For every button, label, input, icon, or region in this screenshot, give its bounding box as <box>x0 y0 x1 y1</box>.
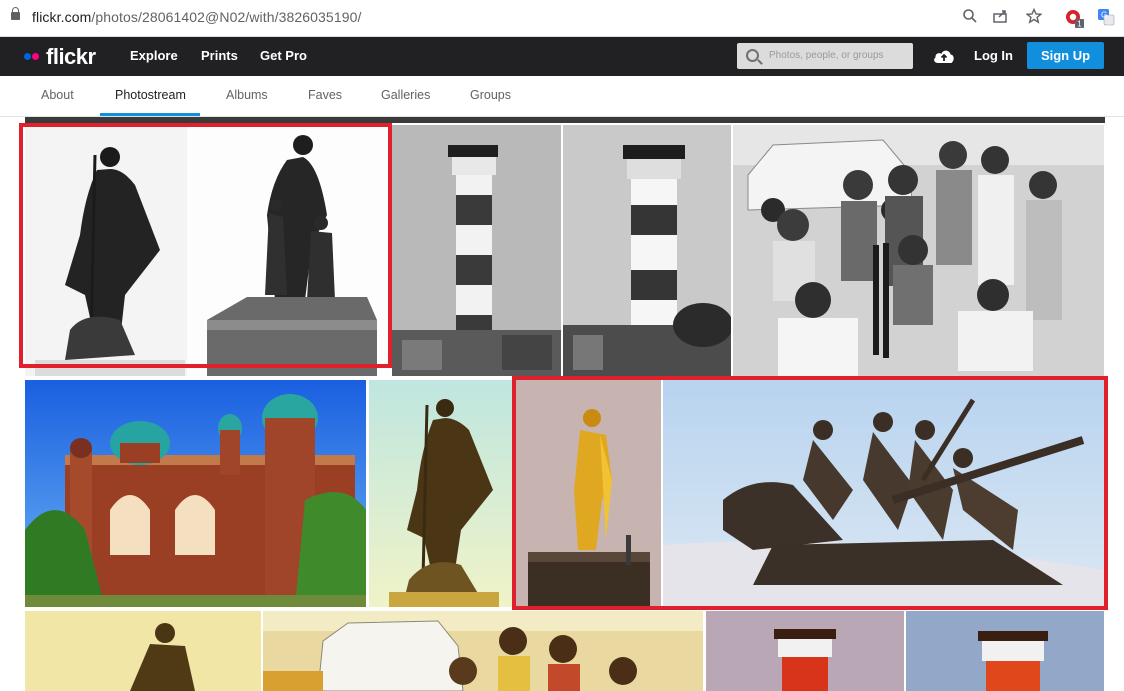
previous-row-strip <box>25 117 1105 123</box>
browser-address-bar: flickr.com/photos/28061402@N02/with/3826… <box>0 0 1124 37</box>
url-host: flickr.com <box>32 9 92 25</box>
photo-color-gandhi-statue[interactable] <box>369 380 512 607</box>
photo-bw-lighthouse-2[interactable] <box>563 125 731 376</box>
extension-badge: 1 <box>1077 20 1082 29</box>
photo-bw-statue-with-children[interactable] <box>187 125 390 376</box>
logo-text: flickr <box>46 44 96 69</box>
search-placeholder: Photos, people, or groups <box>769 50 884 61</box>
extension-icon[interactable]: 1 <box>1064 8 1084 29</box>
tab-groups[interactable]: Groups <box>470 88 511 102</box>
zoom-icon[interactable] <box>960 8 980 28</box>
tab-photostream[interactable]: Photostream <box>115 88 186 102</box>
photo-color-golden-statue[interactable] <box>516 380 661 607</box>
photo-color-labour-statue[interactable] <box>663 380 1104 607</box>
upload-cloud-icon[interactable] <box>932 46 956 66</box>
translate-icon[interactable]: G <box>1096 8 1116 28</box>
star-icon[interactable] <box>1024 7 1044 28</box>
profile-subnav: About Photostream Albums Faves Galleries… <box>0 76 1124 117</box>
flickr-header: flickr Explore Prints Get Pro Photos, pe… <box>0 37 1124 76</box>
photo-color-statue-warm[interactable] <box>25 611 261 691</box>
nav-prints[interactable]: Prints <box>201 48 238 63</box>
signup-button[interactable]: Sign Up <box>1027 42 1104 69</box>
photo-bw-lighthouse-1[interactable] <box>392 125 561 376</box>
url-path: /photos/28061402@N02/with/3826035190/ <box>91 9 362 25</box>
tab-albums[interactable]: Albums <box>226 88 268 102</box>
logo-blue-dot <box>24 53 31 60</box>
photo-bw-gandhi-statue[interactable] <box>25 125 187 376</box>
svg-text:G: G <box>1101 11 1107 20</box>
tab-faves[interactable]: Faves <box>308 88 342 102</box>
tab-galleries[interactable]: Galleries <box>381 88 430 102</box>
login-link[interactable]: Log In <box>974 48 1013 63</box>
active-tab-indicator <box>100 113 200 116</box>
photo-color-madras-high-court[interactable] <box>25 380 366 607</box>
photo-color-lighthouse-2[interactable] <box>906 611 1104 691</box>
nav-explore[interactable]: Explore <box>130 48 178 63</box>
photo-color-lighthouse-1[interactable] <box>706 611 904 691</box>
photo-color-children-car[interactable] <box>263 611 703 691</box>
search-icon <box>746 49 759 62</box>
nav-get-pro[interactable]: Get Pro <box>260 48 307 63</box>
lock-icon[interactable] <box>11 7 20 20</box>
url-field[interactable]: flickr.com/photos/28061402@N02/with/3826… <box>32 9 361 25</box>
logo-pink-dot <box>32 53 39 60</box>
share-icon[interactable] <box>991 8 1011 28</box>
photo-bw-children-group[interactable] <box>733 125 1104 376</box>
search-input[interactable]: Photos, people, or groups <box>737 43 913 69</box>
tab-about[interactable]: About <box>41 88 74 102</box>
